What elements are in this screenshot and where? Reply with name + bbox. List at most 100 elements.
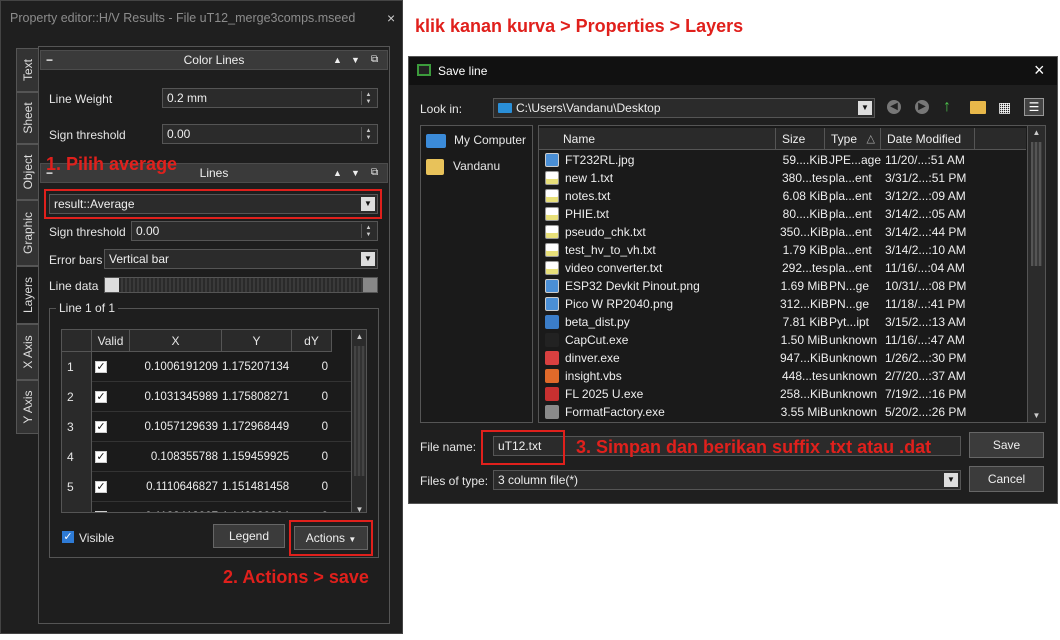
valid-checkbox[interactable]: ✓ <box>95 391 107 403</box>
sidebar-item-my-computer[interactable]: My Computer <box>426 130 526 150</box>
cell-x[interactable]: 0.108355788 <box>130 442 222 472</box>
file-size: 59....KiB <box>782 153 828 167</box>
cell-y[interactable]: 1.151481458 <box>222 472 292 502</box>
cell-y[interactable]: 1.146330604 <box>222 502 292 512</box>
cell-y[interactable]: 1.175808271 <box>222 382 292 412</box>
table-row[interactable]: 1 ✓ 0.1006191209 1.175207134 0 <box>62 352 352 382</box>
file-row[interactable]: FT232RL.jpg 59....KiB JPE...age 11/20/..… <box>542 151 1026 169</box>
cell-dy[interactable]: 0 <box>292 382 332 412</box>
line-data-slider[interactable] <box>104 277 378 293</box>
file-type: unknown <box>829 333 878 347</box>
cell-dy[interactable]: 0 <box>292 352 332 382</box>
file-row[interactable]: FormatFactory.exe 3.55 MiB unknown 5/20/… <box>542 403 1026 421</box>
file-row[interactable]: insight.vbs 448...tes unknown 2/7/20...:… <box>542 367 1026 385</box>
valid-checkbox[interactable]: ✓ <box>95 421 107 433</box>
move-up-icon[interactable]: ▲ <box>333 51 342 69</box>
tab-graphic[interactable]: Graphic <box>16 200 38 266</box>
file-row[interactable]: ESP32 Devkit Pinout.png 1.69 MiB PN...ge… <box>542 277 1026 295</box>
col-valid: Valid <box>92 330 130 352</box>
cell-dy[interactable]: 0 <box>292 412 332 442</box>
move-down-icon[interactable]: ▼ <box>351 164 360 182</box>
tab-sheet[interactable]: Sheet <box>16 92 38 144</box>
cancel-button[interactable]: Cancel <box>969 466 1044 492</box>
close-icon[interactable]: × <box>387 10 395 26</box>
cell-x[interactable]: 0.1057129639 <box>130 412 222 442</box>
new-folder-icon[interactable] <box>970 101 986 114</box>
file-row[interactable]: test_hv_to_vh.txt 1.79 KiB pla...ent 3/1… <box>542 241 1026 259</box>
valid-checkbox[interactable]: ✓ <box>95 451 107 463</box>
color-lines-header[interactable]: − Color Lines ▲ ▼ ⧉ <box>40 50 388 70</box>
back-icon[interactable]: ◀ <box>887 100 901 114</box>
cell-dy[interactable]: 0 <box>292 472 332 502</box>
cell-dy[interactable]: 0 <box>292 442 332 472</box>
file-row[interactable]: FL 2025 U.exe 258...KiB unknown 7/19/2..… <box>542 385 1026 403</box>
cell-x[interactable]: 0.1138413007 <box>130 502 222 512</box>
move-down-icon[interactable]: ▼ <box>351 51 360 69</box>
file-date: 11/18/...:41 PM <box>885 297 966 311</box>
table-row[interactable]: 3 ✓ 0.1057129639 1.172968449 0 <box>62 412 352 442</box>
python-file-icon <box>545 315 559 329</box>
table-row[interactable]: 6 ✓ 0.1138413007 1.146330604 0 <box>62 502 352 512</box>
move-up-icon[interactable]: ▲ <box>333 164 342 182</box>
valid-checkbox[interactable]: ✓ <box>95 361 107 373</box>
col-type[interactable]: Type △ <box>825 128 881 150</box>
detach-icon[interactable]: ⧉ <box>371 164 378 182</box>
file-row[interactable]: CapCut.exe 1.50 MiB unknown 11/16/...:47… <box>542 331 1026 349</box>
row-number: 2 <box>62 382 92 412</box>
list-view-icon[interactable]: ▦ <box>998 99 1014 115</box>
collapse-icon[interactable]: − <box>46 51 53 69</box>
tab-layers[interactable]: Layers <box>16 266 38 324</box>
file-size: 1.69 MiB <box>780 279 828 293</box>
tab-x-axis[interactable]: X Axis <box>16 324 38 380</box>
file-row[interactable]: new 1.txt 380...tes pla...ent 3/31/2...:… <box>542 169 1026 187</box>
files-of-type-select[interactable]: 3 column file(*) ▼ <box>493 470 961 490</box>
table-row[interactable]: 5 ✓ 0.1110646827 1.151481458 0 <box>62 472 352 502</box>
file-type: pla...ent <box>829 225 872 239</box>
valid-checkbox[interactable]: ✓ <box>95 481 107 493</box>
col-size[interactable]: Size <box>776 128 825 150</box>
cell-y[interactable]: 1.159459925 <box>222 442 292 472</box>
sign-threshold-input[interactable]: 0.00 ▲ ▼ <box>162 124 378 144</box>
look-in-select[interactable]: C:\Users\Vandanu\Desktop ▼ <box>493 98 875 118</box>
cell-y[interactable]: 1.175207134 <box>222 352 292 382</box>
cell-dy[interactable]: 0 <box>292 502 332 512</box>
tab-y-axis[interactable]: Y Axis <box>16 380 38 434</box>
file-row[interactable]: beta_dist.py 7.81 KiB Pyt...ipt 3/15/2..… <box>542 313 1026 331</box>
file-row[interactable]: pseudo_chk.txt 350...KiB pla...ent 3/14/… <box>542 223 1026 241</box>
cell-x[interactable]: 0.1006191209 <box>130 352 222 382</box>
cell-y[interactable]: 1.172968449 <box>222 412 292 442</box>
legend-button[interactable]: Legend <box>213 524 285 548</box>
file-row[interactable]: dinver.exe 947...KiB unknown 1/26/2...:3… <box>542 349 1026 367</box>
valid-checkbox[interactable]: ✓ <box>95 511 107 512</box>
col-date-modified[interactable]: Date Modified <box>881 128 975 150</box>
table-scrollbar[interactable]: ▲ ▼ <box>351 330 366 512</box>
slider-handle[interactable] <box>363 278 377 292</box>
file-type: JPE...age <box>829 153 882 167</box>
slider-handle[interactable] <box>105 278 119 292</box>
table-row[interactable]: 2 ✓ 0.1031345989 1.175808271 0 <box>62 382 352 412</box>
file-row[interactable]: notes.txt 6.08 KiB pla...ent 3/12/2...:0… <box>542 187 1026 205</box>
file-size: 292...tes <box>781 261 828 275</box>
close-icon[interactable]: × <box>1034 60 1045 81</box>
up-folder-icon[interactable]: ↑ <box>943 98 951 116</box>
tab-text[interactable]: Text <box>16 48 38 92</box>
tab-object[interactable]: Object <box>16 144 38 200</box>
file-row[interactable]: PHIE.txt 80....KiB pla...ent 3/14/2...:0… <box>542 205 1026 223</box>
visible-checkbox[interactable]: ✓ <box>62 531 74 543</box>
sidebar-item-user[interactable]: Vandanu <box>426 156 500 176</box>
lines-sign-threshold-input[interactable]: 0.00 ▲ ▼ <box>131 221 378 241</box>
error-bars-select[interactable]: Vertical bar ▼ <box>104 249 378 269</box>
line-weight-input[interactable]: 0.2 mm ▲ ▼ <box>162 88 378 108</box>
col-name[interactable]: Name <box>539 128 776 150</box>
file-row[interactable]: Pico W RP2040.png 312...KiB PN...ge 11/1… <box>542 295 1026 313</box>
file-list-scrollbar[interactable]: ▲ ▼ <box>1027 126 1045 422</box>
file-row[interactable]: video converter.txt 292...tes pla...ent … <box>542 259 1026 277</box>
cell-x[interactable]: 0.1110646827 <box>130 472 222 502</box>
cell-x[interactable]: 0.1031345989 <box>130 382 222 412</box>
table-row[interactable]: 4 ✓ 0.108355788 1.159459925 0 <box>62 442 352 472</box>
detail-view-icon[interactable]: ☰ <box>1024 98 1044 116</box>
forward-icon[interactable]: ▶ <box>915 100 929 114</box>
detach-icon[interactable]: ⧉ <box>371 51 378 69</box>
save-button[interactable]: Save <box>969 432 1044 458</box>
file-type: PN...ge <box>829 279 870 293</box>
